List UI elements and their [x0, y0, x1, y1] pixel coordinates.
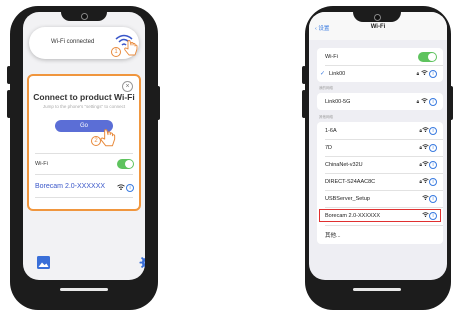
- network-row[interactable]: Link00-5G 🔒︎ i: [317, 94, 443, 110]
- other-network-row[interactable]: 其他...: [317, 226, 443, 242]
- other-network-label: 其他...: [325, 233, 341, 239]
- network-status-icons: 🔒︎ i: [419, 144, 437, 152]
- close-icon[interactable]: ×: [122, 81, 133, 92]
- wifi-signal-icon: [422, 161, 429, 166]
- network-name: Link00-5G: [325, 99, 351, 105]
- network-status-icons: 🔒︎ i: [419, 178, 437, 186]
- lock-icon: 🔒︎: [416, 99, 420, 105]
- nav-bar: ‹ 设置 Wi-Fi: [309, 12, 447, 40]
- network-name: DIRECT-S24AAC8C: [325, 179, 376, 185]
- notch: [353, 12, 401, 22]
- card-subtitle: Jump to the phone's "settings" to connec…: [42, 104, 126, 109]
- section-label-other-networks: 其他网络: [319, 115, 333, 119]
- toggle-knob: [125, 160, 133, 168]
- info-icon[interactable]: i: [429, 178, 437, 186]
- info-icon[interactable]: i: [429, 70, 437, 78]
- network-status-icons: 🔒︎ i: [417, 98, 437, 106]
- wifi-label: Wi-Fi: [325, 54, 338, 60]
- home-indicator: [60, 288, 108, 291]
- right-phone-frame: ‹ 设置 Wi-Fi Wi-Fi ✓ Link00 🔒︎ i 我的网络 Link…: [302, 6, 453, 310]
- side-button: [302, 90, 306, 118]
- network-status-icons: 🔒︎ i: [417, 70, 437, 78]
- divider: [35, 153, 133, 154]
- section-label-my-networks: 我的网络: [319, 86, 333, 90]
- wifi-status-text: Wi-Fi connected: [51, 39, 95, 45]
- wifi-toggle[interactable]: [117, 159, 134, 169]
- front-camera: [374, 14, 381, 21]
- info-icon[interactable]: i: [429, 98, 437, 106]
- checkmark-icon: ✓: [320, 71, 326, 77]
- network-name: ChinaNet-v32U: [325, 162, 363, 168]
- network-row[interactable]: USBServer_Setup i: [317, 191, 443, 207]
- divider: [35, 174, 133, 175]
- network-name: 1-6A: [325, 128, 337, 134]
- lock-icon: 🔒︎: [416, 71, 420, 77]
- network-row[interactable]: 1-6A 🔒︎ i: [317, 123, 443, 139]
- network-status-icons: i: [422, 212, 437, 220]
- wifi-signal-icon: [422, 127, 429, 132]
- tap-hand-icon: [124, 40, 138, 56]
- info-icon[interactable]: i: [429, 195, 437, 203]
- wifi-toggle[interactable]: [418, 52, 437, 62]
- ios-wifi-settings-screen: ‹ 设置 Wi-Fi Wi-Fi ✓ Link00 🔒︎ i 我的网络 Link…: [309, 12, 447, 280]
- side-button: [302, 66, 306, 84]
- my-networks-group: Link00-5G 🔒︎ i: [317, 93, 443, 110]
- wifi-signal-icon: [422, 195, 429, 200]
- step-number-badge: 1: [111, 47, 121, 57]
- front-camera: [81, 13, 88, 20]
- info-icon[interactable]: i: [126, 184, 134, 192]
- info-icon[interactable]: i: [429, 144, 437, 152]
- settings-gear-icon[interactable]: [139, 255, 145, 270]
- side-button: [156, 86, 160, 120]
- wifi-signal-icon: [422, 144, 429, 149]
- network-name: Link00: [329, 71, 346, 77]
- wifi-signal-icon: [420, 98, 428, 103]
- wifi-toggle-group: Wi-Fi ✓ Link00 🔒︎ i: [317, 48, 443, 82]
- product-network-name[interactable]: Borecam 2.0-XXXXXX: [35, 183, 105, 190]
- wifi-signal-icon: [420, 70, 428, 75]
- home-indicator: [353, 288, 401, 291]
- wifi-toggle-row[interactable]: Wi-Fi: [317, 49, 443, 65]
- info-icon[interactable]: i: [429, 212, 437, 220]
- card-title: Connect to product Wi-Fi: [33, 92, 135, 102]
- side-button: [449, 86, 453, 120]
- left-phone-frame: Wi-Fi connected 1 × Connect to product W…: [7, 6, 160, 310]
- left-app-screen: Wi-Fi connected 1 × Connect to product W…: [23, 12, 145, 280]
- current-network-row[interactable]: ✓ Link00 🔒︎ i: [317, 66, 443, 82]
- wifi-signal-icon: [117, 184, 125, 190]
- wifi-signal-icon: [422, 178, 429, 183]
- divider: [35, 197, 133, 198]
- gallery-icon[interactable]: [37, 256, 50, 269]
- page-title: Wi-Fi: [370, 24, 386, 30]
- other-networks-group: 1-6A 🔒︎ i 7D 🔒︎ i ChinaNet-v32U 🔒︎ i DIRECT…: [317, 122, 443, 244]
- network-name: Borecam 2.0-XXXXXX: [325, 213, 381, 219]
- wifi-label: Wi-Fi: [35, 161, 48, 167]
- network-status-icons: 🔒︎ i: [419, 127, 437, 135]
- wifi-connected-pill[interactable]: Wi-Fi connected 1: [29, 27, 139, 59]
- notch: [61, 12, 107, 21]
- info-icon[interactable]: i: [429, 161, 437, 169]
- side-button: [7, 90, 11, 118]
- network-row[interactable]: 7D 🔒︎ i: [317, 140, 443, 156]
- network-name: 7D: [325, 145, 333, 151]
- network-row[interactable]: DIRECT-S24AAC8C 🔒︎ i: [317, 174, 443, 190]
- network-status-icons: 🔒︎ i: [419, 161, 437, 169]
- side-button: [7, 66, 11, 84]
- network-status-icons: i: [422, 195, 437, 203]
- wifi-signal-icon: [422, 212, 429, 217]
- info-icon[interactable]: i: [429, 127, 437, 135]
- network-name: USBServer_Setup: [325, 196, 370, 202]
- network-row[interactable]: ChinaNet-v32U 🔒︎ i: [317, 157, 443, 173]
- toggle-knob: [428, 53, 436, 61]
- connect-product-wifi-card: × Connect to product Wi-Fi Jump to the p…: [27, 74, 141, 211]
- network-row-borecam[interactable]: Borecam 2.0-XXXXXX i: [317, 208, 443, 224]
- tap-hand-icon: [100, 129, 116, 147]
